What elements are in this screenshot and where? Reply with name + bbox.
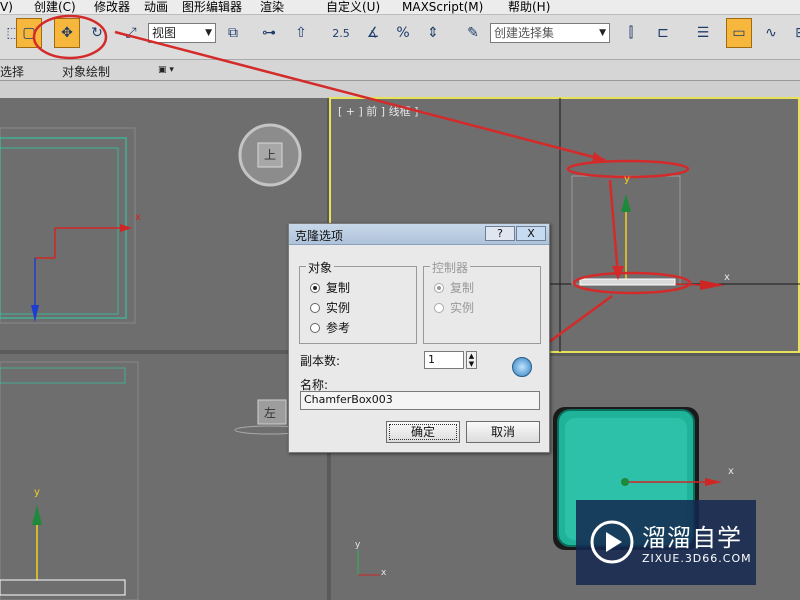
teapot-icon <box>512 357 532 377</box>
menu-item-rendering[interactable]: 渲染 <box>260 0 284 14</box>
menu-bar: V) 创建(C) 修改器 动画 图形编辑器 渲染 自定义(U) MAXScrip… <box>0 0 800 15</box>
spinner-snap-icon[interactable]: ⇕ <box>420 18 446 48</box>
edit-named-selection-icon[interactable]: ✎ <box>460 18 486 48</box>
viewport-front-label[interactable]: [ + ] 前 ] 线框 ] <box>338 103 418 119</box>
reference-coordinate-value: 视图 <box>152 26 177 40</box>
ribbon-bar: 选择 对象绘制 ▣ ▾ <box>0 60 800 81</box>
ribbon-select-tab[interactable]: 选择 <box>0 63 24 80</box>
named-selection-set-value: 创建选择集 <box>494 26 555 40</box>
radio-icon <box>434 282 444 293</box>
watermark-url: ZIXUE.3D66.COM <box>642 552 752 565</box>
world-axis-y-label: y <box>355 540 361 550</box>
object-option-reference[interactable]: 参考 <box>310 319 350 336</box>
menu-item-help[interactable]: 帮助(H) <box>508 0 550 14</box>
panel-gap <box>0 81 800 98</box>
radio-icon <box>310 322 320 333</box>
controller-option-instance-label: 实例 <box>450 301 475 315</box>
menu-item-create[interactable]: 创建(C) <box>34 0 76 14</box>
graphite-toolbar-button[interactable]: ▭ <box>726 18 752 48</box>
axis-y-label-left: y <box>34 487 40 498</box>
controller-option-copy-label: 复制 <box>450 281 475 295</box>
reference-coordinate-select[interactable]: 视图 ▼ <box>148 23 216 43</box>
ribbon-object-paint-tab[interactable]: 对象绘制 <box>62 63 110 80</box>
ribbon-dropdown-icon[interactable]: ▣ ▾ <box>158 65 174 75</box>
axis-y-label-front: y <box>624 174 630 185</box>
object-group-title: 对象 <box>306 259 335 276</box>
name-input[interactable]: ChamferBox003 <box>300 391 540 410</box>
radio-icon <box>310 302 320 313</box>
viewport-left[interactable] <box>0 354 327 600</box>
axis-x-label-top: x <box>135 212 141 223</box>
axis-x-label-front: x <box>724 272 730 283</box>
ok-button[interactable]: 确定 <box>386 421 460 443</box>
dialog-title-bar[interactable]: 克隆选项 ? X <box>289 224 549 245</box>
copies-label: 副本数: <box>300 354 341 368</box>
menu-item-view[interactable]: V) <box>0 0 13 14</box>
viewcube-top-label[interactable]: 上 <box>264 146 276 163</box>
object-option-instance[interactable]: 实例 <box>310 299 350 316</box>
menu-item-customize[interactable]: 自定义(U) <box>326 0 380 14</box>
mirror-icon[interactable]: ⫿ <box>618 18 644 48</box>
object-option-instance-label: 实例 <box>326 301 351 315</box>
dialog-close-button[interactable]: X <box>516 226 546 241</box>
pivot-center-icon[interactable]: ⧉ <box>220 18 246 48</box>
copies-input[interactable]: 1 <box>424 351 464 369</box>
angle-snap-icon[interactable]: ∡ <box>360 18 386 48</box>
copies-spinner[interactable]: ▲ ▼ <box>466 351 477 369</box>
world-axis-x-label: x <box>381 568 387 578</box>
cancel-button[interactable]: 取消 <box>466 421 540 443</box>
menu-item-animation[interactable]: 动画 <box>144 0 168 14</box>
main-toolbar: ⬚ ▢ ✥ ↻ ⤢ 视图 ▼ ⧉ ⊶ ⇧ 2.5 ∡ % ⇕ ✎ 创建选择集 ▼ ⫿… <box>0 15 800 60</box>
named-selection-set-select[interactable]: 创建选择集 ▼ <box>490 23 610 43</box>
axis-x-label-persp: x <box>728 466 734 477</box>
menu-item-modifiers[interactable]: 修改器 <box>94 0 130 14</box>
radio-icon <box>434 302 444 313</box>
curve-editor-icon[interactable]: ∿ <box>758 18 784 48</box>
radio-icon <box>310 282 320 293</box>
play-logo-icon <box>590 520 634 564</box>
controller-option-instance[interactable]: 实例 <box>434 299 474 316</box>
keyboard-shortcut-icon[interactable]: ⇧ <box>288 18 314 48</box>
clone-options-dialog: 克隆选项 ? X 对象 复制 实例 参考 控制器 复制 实例 副本数: 1 ▲ ▼… <box>288 223 550 453</box>
watermark: 溜溜自学 ZIXUE.3D66.COM <box>576 500 756 585</box>
schematic-view-icon[interactable]: ⊞ <box>788 18 800 48</box>
select-rectangle-button[interactable]: ▢ <box>16 18 42 48</box>
link-icon[interactable]: ⊶ <box>256 18 282 48</box>
controller-group-title: 控制器 <box>430 259 471 276</box>
object-group: 对象 复制 实例 参考 <box>299 259 417 344</box>
align-icon[interactable]: ⊏ <box>650 18 676 48</box>
controller-option-copy[interactable]: 复制 <box>434 279 474 296</box>
select-and-rotate-button[interactable]: ↻ <box>84 18 110 48</box>
viewport-top-left[interactable] <box>0 98 327 350</box>
menu-item-maxscript[interactable]: MAXScript(M) <box>402 0 483 14</box>
viewcube-left-label[interactable]: 左 <box>264 404 276 421</box>
watermark-brand: 溜溜自学 <box>642 524 742 552</box>
dialog-help-button[interactable]: ? <box>485 226 515 241</box>
object-option-copy-label: 复制 <box>326 281 351 295</box>
object-option-reference-label: 参考 <box>326 321 351 335</box>
select-and-scale-button[interactable]: ⤢ <box>118 18 144 48</box>
dialog-title: 克隆选项 <box>295 229 344 243</box>
percent-snap-icon[interactable]: % <box>390 18 416 48</box>
select-and-move-button[interactable]: ✥ <box>54 18 80 48</box>
controller-group: 控制器 复制 实例 <box>423 259 541 344</box>
layer-manager-icon[interactable]: ☰ <box>690 18 716 48</box>
object-option-copy[interactable]: 复制 <box>310 279 350 296</box>
menu-item-graph-editors[interactable]: 图形编辑器 <box>182 0 242 14</box>
snap-label: 2.5 <box>332 26 350 40</box>
snap-toggle-button[interactable]: 2.5 <box>328 18 354 48</box>
